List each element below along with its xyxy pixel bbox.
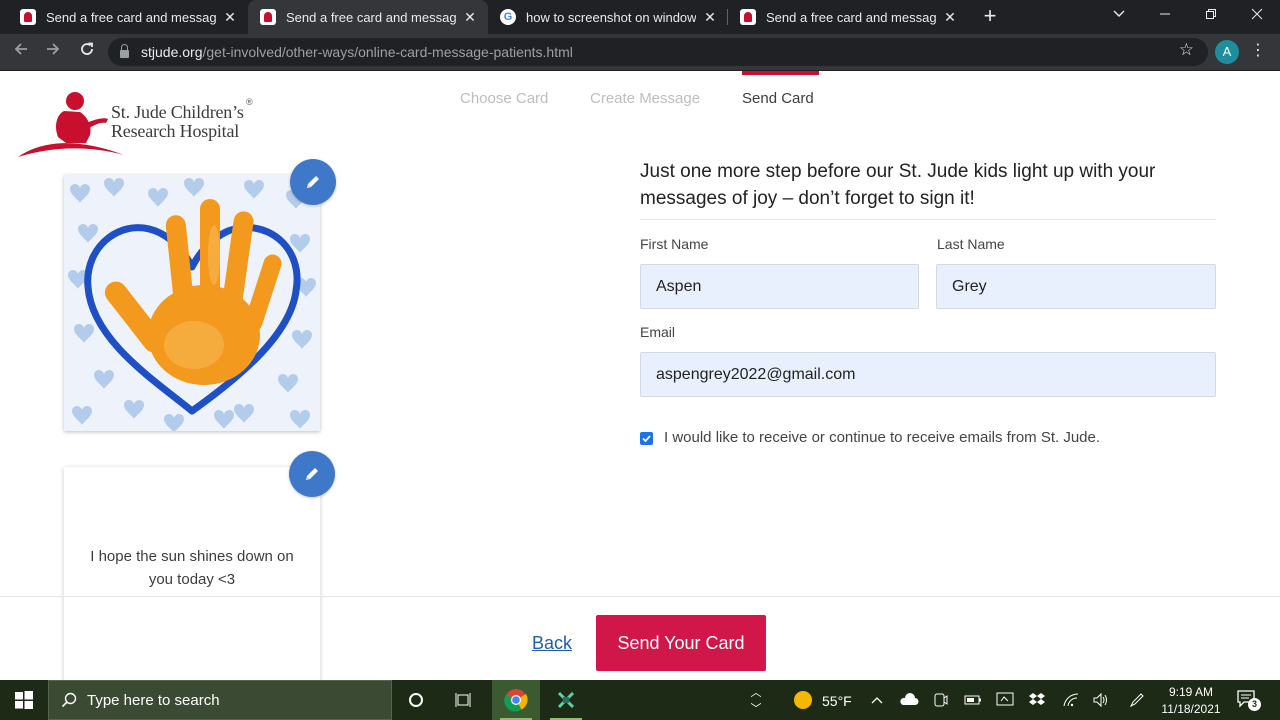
close-tab-icon[interactable]: ✕ bbox=[702, 9, 718, 26]
back-link[interactable]: Back bbox=[532, 633, 572, 654]
tab-title: Send a free card and message to bbox=[766, 9, 936, 25]
send-card-intro: Just one more step before our St. Jude k… bbox=[640, 161, 1156, 209]
back-arrow-icon[interactable] bbox=[8, 40, 34, 66]
email-label: Email bbox=[640, 324, 676, 340]
notification-count-badge: 3 bbox=[1248, 698, 1261, 711]
page-content: St. Jude Children’s Research Hospital ® … bbox=[0, 71, 1280, 680]
cortana-icon[interactable] bbox=[392, 680, 440, 720]
windows-start-button[interactable] bbox=[0, 680, 48, 720]
url-host: stjude.org bbox=[141, 44, 203, 60]
step-create-message[interactable]: Create Message bbox=[590, 90, 700, 107]
taskbar-scroll-chevrons-icon[interactable]: ︿ ﹀ bbox=[744, 680, 768, 720]
lock-icon bbox=[120, 44, 129, 58]
meet-now-icon[interactable] bbox=[928, 680, 954, 720]
divider bbox=[640, 219, 1216, 220]
stjude-favicon-icon bbox=[20, 9, 36, 25]
taskbar-search-box[interactable]: Type here to search bbox=[48, 680, 392, 720]
first-name-field[interactable]: Aspen bbox=[640, 264, 919, 309]
clock-date: 11/18/2021 bbox=[1161, 702, 1221, 716]
stjude-favicon-icon bbox=[740, 9, 756, 25]
profile-avatar[interactable]: A bbox=[1215, 40, 1239, 64]
logo-line-2: Research Hospital bbox=[111, 121, 240, 141]
new-tab-button[interactable]: + bbox=[976, 3, 1004, 31]
tab-title: Send a free card and message to bbox=[46, 9, 216, 25]
edit-card-button[interactable] bbox=[290, 159, 336, 205]
active-step-indicator bbox=[742, 71, 819, 75]
send-card-button[interactable]: Send Your Card bbox=[596, 615, 766, 671]
edit-message-button[interactable] bbox=[289, 451, 335, 497]
card-message-text: I hope the sun shines down on you today … bbox=[90, 548, 294, 588]
email-opt-in-label[interactable]: I would like to receive or continue to r… bbox=[664, 429, 1100, 446]
browser-tab[interactable]: Send a free card and message to ✕ bbox=[8, 0, 248, 34]
weather-temperature[interactable]: 55°F bbox=[822, 693, 852, 709]
search-icon bbox=[61, 692, 77, 708]
email-opt-in-checkbox[interactable] bbox=[640, 432, 653, 445]
card-message-preview: I hope the sun shines down on you today … bbox=[64, 467, 320, 680]
browser-tab[interactable]: G how to screenshot on windows - ✕ bbox=[488, 0, 728, 34]
tab-search-chevron-icon[interactable] bbox=[1096, 0, 1142, 34]
windows-logo-icon bbox=[15, 691, 33, 709]
onedrive-cloud-icon[interactable] bbox=[896, 680, 922, 720]
step-send-card: Send Card bbox=[742, 90, 814, 107]
last-name-label: Last Name bbox=[937, 236, 1005, 252]
url-path: /get-involved/other-ways/online-card-mes… bbox=[202, 44, 573, 60]
card-artwork-image bbox=[64, 175, 320, 431]
search-placeholder: Type here to search bbox=[87, 691, 220, 709]
footer-divider bbox=[0, 596, 1280, 597]
pen-workspace-icon[interactable] bbox=[1124, 680, 1150, 720]
wifi-icon[interactable] bbox=[1058, 680, 1084, 720]
volume-icon[interactable] bbox=[1088, 680, 1114, 720]
last-name-field[interactable]: Grey bbox=[936, 264, 1216, 309]
checkmark-icon bbox=[642, 435, 651, 443]
browser-tab[interactable]: Send a free card and message to ✕ bbox=[728, 0, 968, 34]
browser-tab-strip: Send a free card and message to ✕ Send a… bbox=[0, 0, 1280, 34]
reload-icon[interactable] bbox=[74, 40, 100, 66]
progress-steps: Choose Card Create Message Send Card bbox=[0, 71, 1280, 121]
show-hidden-icons-chevron-icon[interactable] bbox=[864, 680, 890, 720]
step-choose-card[interactable]: Choose Card bbox=[460, 90, 548, 107]
action-center-icon[interactable]: 3 bbox=[1236, 688, 1261, 711]
pencil-icon bbox=[307, 176, 319, 188]
tab-title: Send a free card and message to bbox=[286, 9, 456, 25]
battery-icon[interactable] bbox=[960, 680, 986, 720]
taskbar-clock[interactable]: 9:19 AM 11/18/2021 bbox=[1150, 684, 1232, 718]
weather-sun-icon[interactable] bbox=[786, 680, 820, 720]
browser-toolbar: stjude.org/get-involved/other-ways/onlin… bbox=[0, 34, 1280, 71]
screen-sketch-icon[interactable] bbox=[992, 680, 1018, 720]
bookmark-star-icon[interactable]: ☆ bbox=[1179, 40, 1194, 60]
minimize-window-icon[interactable] bbox=[1142, 0, 1188, 34]
restore-window-icon[interactable] bbox=[1188, 0, 1234, 34]
browser-tab-active[interactable]: Send a free card and message to ✕ bbox=[248, 0, 488, 34]
google-favicon-icon: G bbox=[500, 9, 516, 25]
browser-menu-icon[interactable]: ⋮ bbox=[1250, 40, 1266, 64]
close-tab-icon[interactable]: ✕ bbox=[462, 9, 478, 26]
forward-arrow-icon[interactable] bbox=[40, 40, 66, 66]
pencil-icon bbox=[306, 468, 318, 480]
task-view-icon[interactable] bbox=[440, 680, 488, 720]
tab-title: how to screenshot on windows - bbox=[526, 9, 696, 25]
close-window-icon[interactable] bbox=[1234, 0, 1280, 34]
snip-sketch-icon[interactable] bbox=[542, 680, 590, 720]
email-field[interactable]: aspengrey2022@gmail.com bbox=[640, 352, 1216, 397]
dropbox-icon[interactable] bbox=[1024, 680, 1050, 720]
clock-time: 9:19 AM bbox=[1168, 685, 1214, 699]
chrome-taskbar-icon[interactable] bbox=[492, 680, 540, 720]
close-tab-icon[interactable]: ✕ bbox=[942, 9, 958, 26]
first-name-label: First Name bbox=[640, 236, 709, 252]
stjude-favicon-icon bbox=[260, 9, 276, 25]
windows-taskbar: Type here to search ︿ ﹀ 55°F 9:19 AM 11/… bbox=[0, 680, 1280, 720]
close-tab-icon[interactable]: ✕ bbox=[222, 9, 238, 26]
address-bar[interactable]: stjude.org/get-involved/other-ways/onlin… bbox=[108, 38, 1208, 66]
